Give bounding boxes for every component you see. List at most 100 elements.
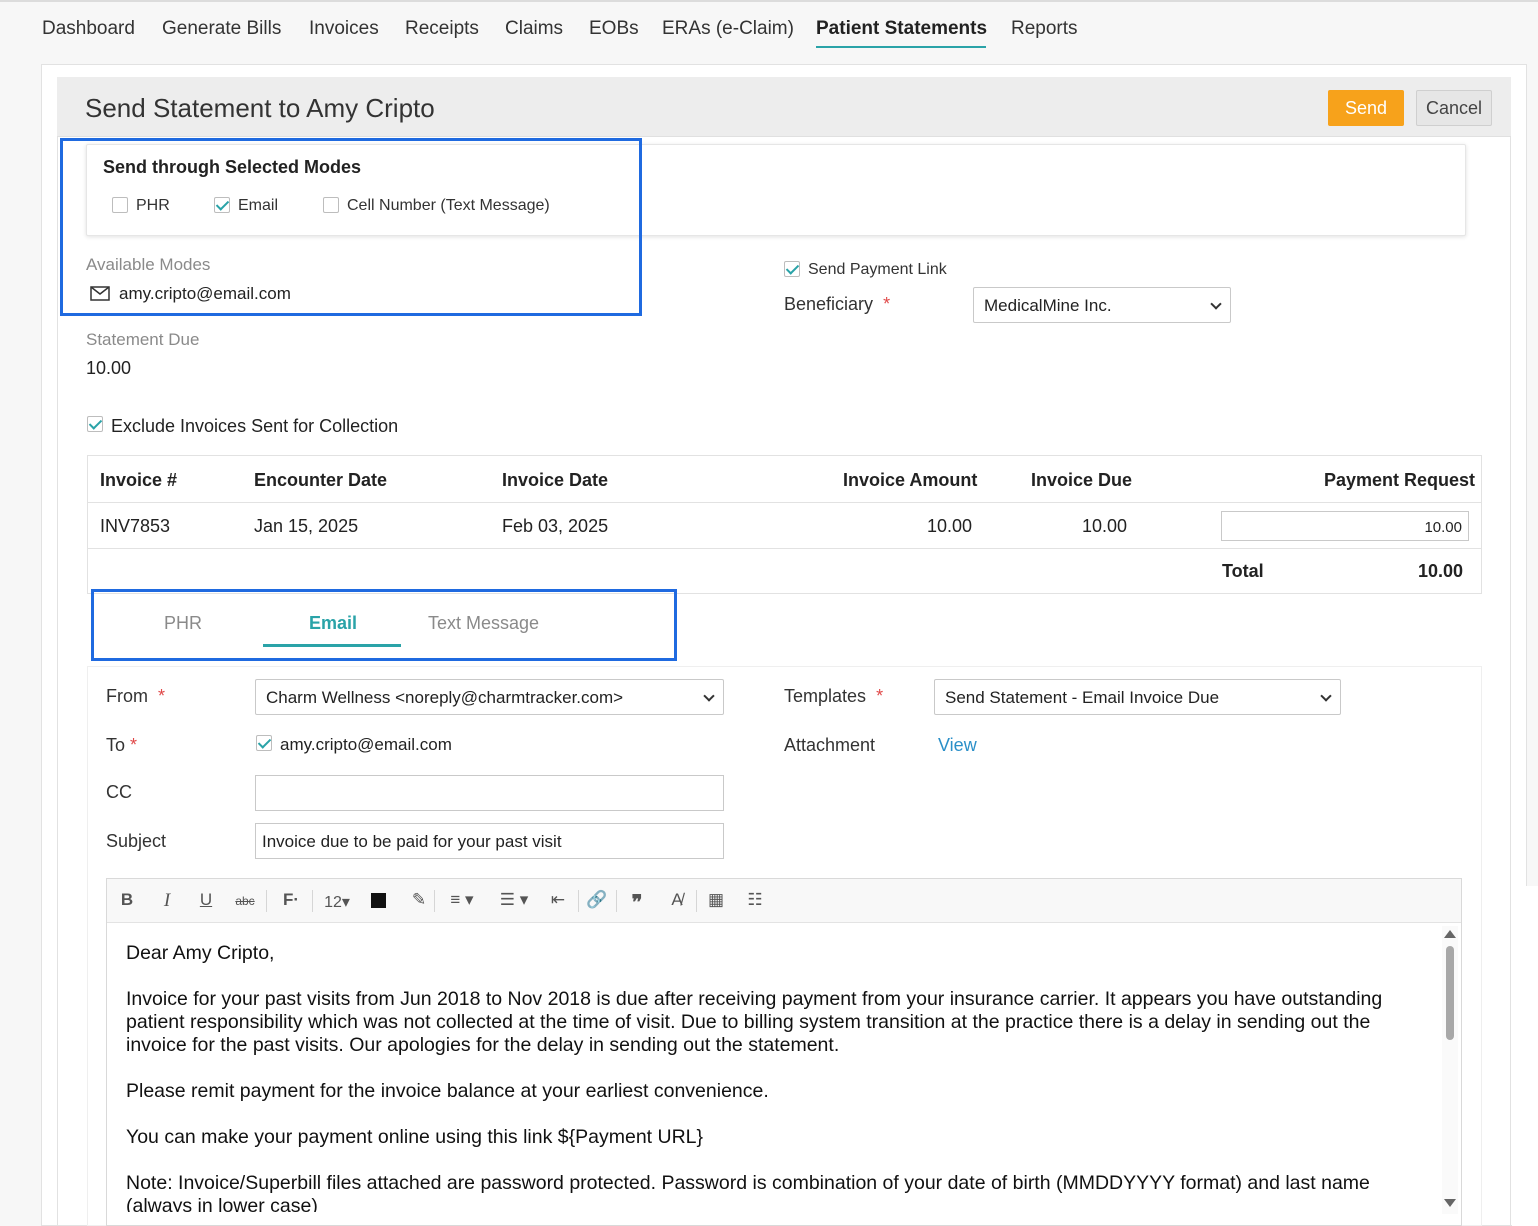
row-invoice-date: Feb 03, 2025	[502, 516, 609, 536]
attachment-view-link[interactable]: View	[938, 735, 977, 756]
page-title: Send Statement to Amy Cripto	[85, 93, 435, 123]
text-color-icon[interactable]	[371, 893, 386, 908]
from-select[interactable]: Charm Wellness <noreply@charmtracker.com…	[255, 679, 724, 715]
templates-value: Send Statement - Email Invoice Due	[945, 688, 1220, 707]
cancel-button[interactable]: Cancel	[1416, 90, 1492, 126]
body-paragraph: Note: Invoice/Superbill files attached a…	[126, 1172, 1370, 1212]
available-modes-label: Available Modes	[86, 255, 211, 274]
italic-icon[interactable]: I	[156, 890, 178, 912]
scrollbar-thumb[interactable]	[1446, 946, 1454, 1040]
send-payment-link-label: Send Payment Link	[808, 261, 947, 278]
templates-label: Templates *	[784, 686, 884, 706]
nav-claims[interactable]: Claims	[505, 18, 563, 40]
statement-due-value: 10.00	[86, 358, 132, 378]
body-paragraph: You can make your payment online using t…	[126, 1126, 704, 1148]
exclude-collection-checkbox[interactable]	[87, 416, 103, 432]
tab-email[interactable]: Email	[309, 613, 357, 634]
tab-text-message[interactable]: Text Message	[428, 613, 539, 634]
nav-dashboard[interactable]: Dashboard	[42, 18, 135, 40]
bullet-list-icon[interactable]: ☰ ▾	[496, 890, 532, 910]
table-icon[interactable]: ▦	[705, 890, 727, 910]
scroll-down-icon[interactable]	[1444, 1199, 1456, 1207]
beneficiary-label: Beneficiary *	[784, 294, 891, 314]
line-height-icon[interactable]: ☷	[744, 890, 766, 910]
toolbar-separator	[696, 890, 697, 912]
col-invoice-number: Invoice #	[100, 470, 178, 490]
nav-receipts[interactable]: Receipts	[405, 18, 479, 40]
toolbar-separator	[312, 890, 313, 912]
chevron-down-icon	[703, 690, 715, 702]
col-invoice-date: Invoice Date	[502, 470, 609, 490]
body-greeting: Dear Amy Cripto,	[126, 942, 275, 964]
quote-icon[interactable]: ❞	[626, 890, 648, 915]
toolbar-separator	[578, 890, 579, 912]
total-value: 10.00	[1418, 561, 1464, 581]
beneficiary-value: MedicalMine Inc.	[984, 296, 1112, 315]
font-size-select[interactable]: 12▾	[322, 892, 352, 912]
subject-input[interactable]: Invoice due to be paid for your past vis…	[255, 823, 724, 859]
chevron-down-icon	[1210, 298, 1222, 310]
nav-invoices[interactable]: Invoices	[309, 18, 379, 40]
from-label: From *	[106, 686, 166, 706]
to-label: To *	[106, 735, 138, 755]
row-encounter-date: Jan 15, 2025	[254, 516, 359, 536]
toolbar-separator	[434, 890, 435, 912]
tab-active-underline	[263, 644, 401, 647]
mode-phr-checkbox[interactable]	[112, 197, 128, 213]
bold-icon[interactable]: B	[116, 890, 138, 910]
available-email: amy.cripto@email.com	[119, 284, 291, 303]
from-value: Charm Wellness <noreply@charmtracker.com…	[266, 688, 624, 707]
mode-cell-checkbox[interactable]	[323, 197, 339, 213]
nav-reports[interactable]: Reports	[1011, 18, 1078, 40]
chevron-down-icon	[1320, 690, 1332, 702]
send-button[interactable]: Send	[1328, 90, 1404, 126]
font-family-icon[interactable]: F·	[280, 890, 302, 910]
toolbar-separator	[616, 890, 617, 912]
attachment-label: Attachment	[784, 735, 876, 755]
cc-label: CC	[106, 782, 132, 802]
payment-request-input[interactable]: 10.00	[1221, 511, 1469, 541]
nav-eras[interactable]: ERAs (e-Claim)	[662, 18, 794, 40]
mode-email-checkbox[interactable]	[214, 197, 230, 213]
nav-eobs[interactable]: EOBs	[589, 18, 639, 40]
editor-toolbar	[107, 879, 1461, 923]
body-paragraph: Invoice for your past visits from Jun 20…	[126, 988, 1383, 1056]
subject-label: Subject	[106, 831, 167, 851]
strikethrough-icon[interactable]: abc	[234, 894, 256, 908]
table-divider	[88, 502, 1481, 503]
templates-select[interactable]: Send Statement - Email Invoice Due	[934, 679, 1341, 715]
row-invoice-amount: 10.00	[927, 516, 973, 536]
toolbar-separator	[266, 890, 267, 912]
beneficiary-select[interactable]: MedicalMine Inc.	[973, 287, 1231, 323]
nav-active-underline	[816, 46, 986, 48]
body-paragraph: Please remit payment for the invoice bal…	[126, 1080, 769, 1102]
envelope-icon	[90, 286, 110, 301]
table-divider	[88, 548, 1481, 549]
total-label: Total	[1222, 561, 1264, 581]
outdent-icon[interactable]: ⇤	[547, 890, 569, 910]
page-edge	[1512, 886, 1538, 1226]
link-icon[interactable]: 🔗	[586, 890, 608, 910]
col-payment-request: Payment Request	[1324, 470, 1476, 490]
to-recipient-checkbox[interactable]	[256, 735, 272, 751]
modes-heading: Send through Selected Modes	[103, 157, 362, 177]
highlight-pen-icon[interactable]: ✎	[408, 890, 430, 910]
nav-generate-bills[interactable]: Generate Bills	[162, 18, 281, 40]
mode-email-label: Email	[238, 197, 279, 214]
clear-format-icon[interactable]: A̸	[666, 890, 688, 910]
scroll-up-icon[interactable]	[1444, 930, 1456, 938]
col-invoice-amount: Invoice Amount	[843, 470, 978, 490]
exclude-collection-label: Exclude Invoices Sent for Collection	[111, 416, 399, 436]
mode-cell-label: Cell Number (Text Message)	[347, 197, 550, 214]
font-size-value: 12	[324, 894, 342, 911]
nav-patient-statements[interactable]: Patient Statements	[816, 18, 987, 40]
col-invoice-due: Invoice Due	[1031, 470, 1133, 490]
email-body-text[interactable]: Dear Amy Cripto, Invoice for your past v…	[126, 942, 1426, 1212]
align-icon[interactable]: ≡ ▾	[444, 890, 480, 910]
to-recipient-email: amy.cripto@email.com	[280, 735, 452, 754]
tab-phr[interactable]: PHR	[164, 613, 202, 634]
underline-icon[interactable]: U	[195, 890, 217, 910]
top-nav: Dashboard Generate Bills Invoices Receip…	[0, 0, 1538, 56]
send-payment-link-checkbox[interactable]	[784, 261, 800, 277]
cc-input[interactable]	[255, 775, 724, 811]
